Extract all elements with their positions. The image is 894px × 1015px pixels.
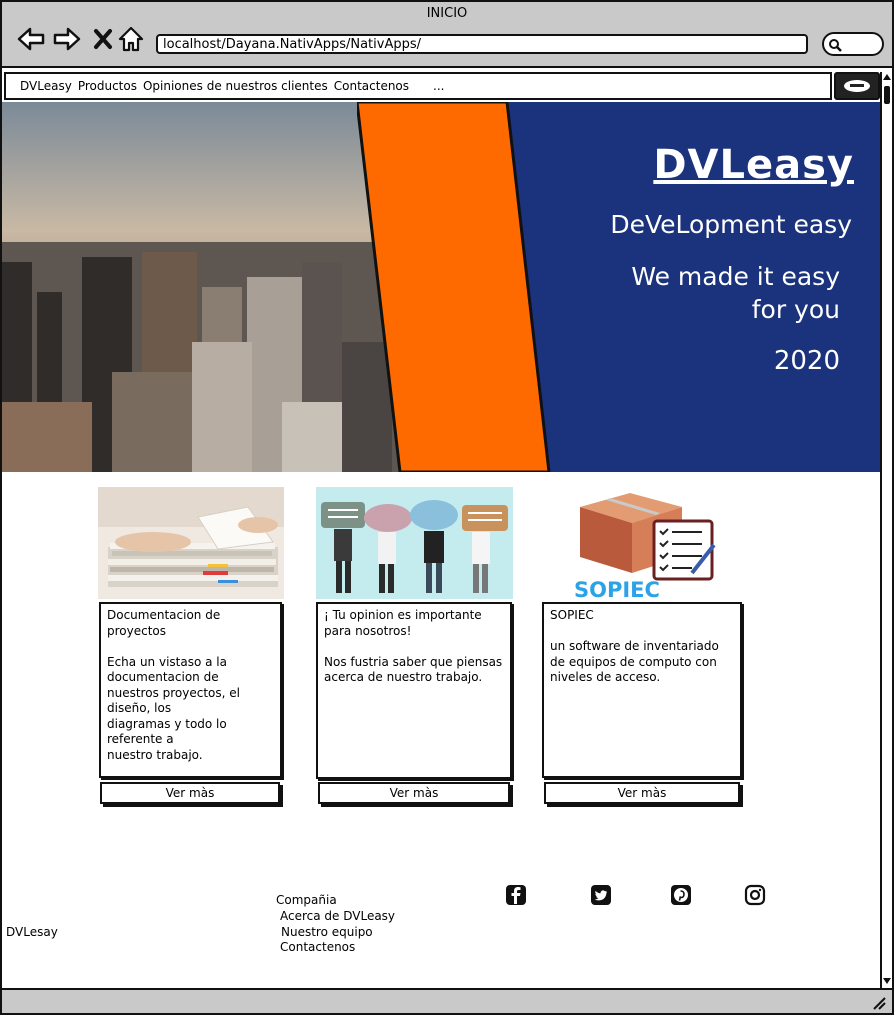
x-icon [94, 29, 112, 49]
menu-item-opiniones[interactable]: Opiniones de nuestros clientes [143, 79, 328, 93]
scroll-down-arrow[interactable] [883, 978, 891, 984]
facebook-icon[interactable] [505, 884, 527, 906]
pinterest-icon[interactable] [670, 884, 692, 906]
footer-brand: DVLesay [6, 925, 58, 939]
vertical-scrollbar[interactable] [880, 72, 892, 988]
back-button[interactable] [16, 24, 46, 54]
browser-window: INICIO localhost/Dayana.NativApps/NativA… [0, 0, 894, 1015]
twitter-icon[interactable] [590, 884, 612, 906]
hero-slogan-line2: for you [751, 295, 840, 324]
hero-banner: DVLeasy DeVeLopment easy We made it easy… [2, 102, 880, 472]
browser-chrome: INICIO localhost/Dayana.NativApps/NativA… [2, 2, 892, 68]
instagram-icon[interactable] [744, 884, 766, 906]
hero-brand: DVLeasy [653, 142, 854, 188]
address-bar[interactable]: localhost/Dayana.NativApps/NativApps/ [156, 34, 808, 54]
resize-grip-icon[interactable] [872, 996, 886, 1010]
orange-stripe-shape [357, 102, 551, 472]
hero-year: 2020 [773, 346, 840, 376]
arrow-left-icon [17, 27, 45, 51]
menu-item-dvleasy[interactable]: DVLeasy [20, 79, 72, 93]
footer-link-contact[interactable]: Contactenos [280, 940, 355, 954]
sopiec-image: SOPIEC [542, 487, 742, 599]
card-documentacion-text: Documentacion de proyectos Echa un vista… [99, 602, 282, 778]
sopiec-logo-text: SOPIEC [574, 578, 660, 599]
scroll-thumb[interactable] [884, 86, 890, 104]
card-opiniones-text: ¡ Tu opinion es importante para nosotros… [316, 602, 512, 779]
stop-button[interactable] [88, 24, 118, 54]
documents-image [98, 487, 284, 599]
card-sopiec-text: SOPIEC un software de inventariado de eq… [542, 602, 742, 778]
footer-link-team[interactable]: Nuestro equipo [281, 925, 373, 939]
city-skyline-image [2, 102, 402, 472]
card-documentacion-button[interactable]: Ver màs [100, 782, 280, 804]
logo-icon [844, 80, 870, 92]
card-sopiec-button[interactable]: Ver màs [544, 782, 740, 804]
hero-tagline: DeVeLopment easy [610, 210, 852, 239]
footer-link-about[interactable]: Acerca de DVLeasy [280, 909, 395, 923]
search-input[interactable] [822, 32, 884, 56]
card-opiniones-button[interactable]: Ver màs [318, 782, 510, 804]
hero-slogan-line1: We made it easy [631, 262, 840, 291]
footer-company-title: Compañia [276, 893, 337, 907]
scroll-up-arrow[interactable] [883, 74, 891, 80]
arrow-right-icon [53, 27, 81, 51]
magnifier-icon [829, 39, 842, 52]
opinions-image [316, 487, 513, 599]
window-title: INICIO [426, 6, 468, 21]
menu-item-productos[interactable]: Productos [78, 79, 137, 93]
forward-button[interactable] [52, 24, 82, 54]
nav-menu: DVLeasy Productos Opiniones de nuestros … [4, 72, 832, 100]
menu-item-contactenos[interactable]: Contactenos [334, 79, 409, 93]
home-button[interactable] [116, 24, 146, 54]
menu-more[interactable]: ... [433, 79, 444, 93]
home-icon [118, 26, 144, 52]
browser-status-bar [2, 988, 892, 1013]
site-logo-button[interactable] [834, 72, 880, 100]
